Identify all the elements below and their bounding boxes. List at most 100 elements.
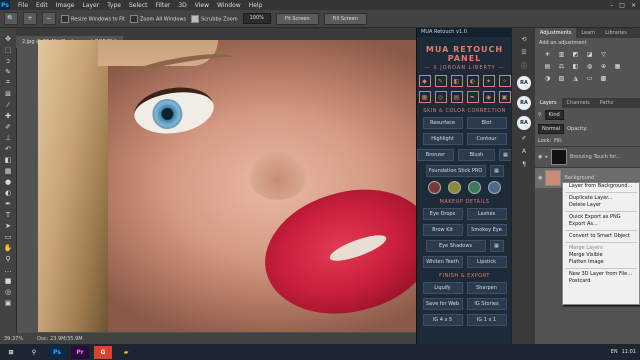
type-tool-icon[interactable]: T <box>2 210 14 219</box>
black-white-icon[interactable]: ◧ <box>571 62 580 70</box>
zoom-readout[interactable]: 39.37% <box>4 336 23 342</box>
eye-icon[interactable]: ◉ <box>538 154 542 160</box>
menu-select[interactable]: Select <box>125 2 152 9</box>
ig-4x5-button[interactable]: IG 4 x 5 <box>422 314 463 326</box>
layer-name[interactable]: Bronzing Touch for... <box>570 154 621 160</box>
ig-stories-button[interactable]: IG Stories <box>466 298 507 310</box>
resize-windows-option[interactable]: Resize Windows to Fit <box>61 14 125 23</box>
brightness-icon[interactable]: ☀ <box>543 50 552 58</box>
zoom-value-field[interactable]: 100% <box>242 13 271 24</box>
layer-icon[interactable]: ▤ <box>450 91 463 103</box>
language-indicator[interactable]: EN <box>611 349 618 355</box>
exposure-icon[interactable]: ◪ <box>585 50 594 58</box>
context-menu-item[interactable]: New 3D Layer from File... <box>563 271 639 278</box>
menu-view[interactable]: View <box>191 2 213 9</box>
zoom-tool-icon[interactable]: ⚲ <box>2 254 14 263</box>
layer-name[interactable]: Background <box>564 175 594 181</box>
pen-tool-icon[interactable]: ✒ <box>2 199 14 208</box>
brow-kit-button[interactable]: Brow Kit <box>422 224 463 236</box>
ra-panel-icon[interactable]: RA <box>517 96 531 110</box>
gradient-map-icon[interactable]: ▭ <box>585 74 594 82</box>
menu-filter[interactable]: Filter <box>152 2 175 9</box>
context-menu-item[interactable]: Duplicate Layer... <box>563 195 639 202</box>
path-select-icon[interactable]: ➤ <box>2 221 14 230</box>
menu-file[interactable]: File <box>14 2 32 9</box>
ra-panel-icon[interactable]: RA <box>517 76 531 90</box>
save-for-web-button[interactable]: Save for Web <box>422 298 463 310</box>
eye-drops-button[interactable]: Eye Drops <box>422 208 463 220</box>
zoom-all-option[interactable]: Zoom All Windows <box>130 14 186 23</box>
menu-layer[interactable]: Layer <box>78 2 103 9</box>
quick-mask-icon[interactable]: ◎ <box>2 287 14 296</box>
crop-tool-icon[interactable]: ⌗ <box>2 78 14 87</box>
lasso-tool-icon[interactable]: ↄ <box>2 56 14 65</box>
history-icon[interactable]: ⟲ <box>518 34 530 44</box>
threshold-icon[interactable]: ◮ <box>571 74 580 82</box>
lipstick-button[interactable]: Lipstick <box>466 256 507 268</box>
bronzer-button[interactable]: Bronzer <box>417 149 454 161</box>
tab-channels[interactable]: Channels <box>562 98 595 108</box>
scrubby-zoom-option[interactable]: Scrubby Zoom <box>191 14 238 23</box>
checkbox-icon[interactable] <box>130 14 138 23</box>
invert-icon[interactable]: ◑ <box>543 74 552 82</box>
drop-icon[interactable]: ◆ <box>418 75 431 87</box>
image-canvas[interactable] <box>38 40 416 332</box>
minimize-button[interactable]: – <box>610 2 613 9</box>
file-explorer-icon[interactable]: ▰ <box>117 346 135 359</box>
wand-icon[interactable]: ✧ <box>498 75 511 87</box>
dodge-icon[interactable]: ◐ <box>466 75 479 87</box>
burn-icon[interactable]: ✦ <box>482 75 495 87</box>
ig-1x1-button[interactable]: IG 1 x 1 <box>466 314 507 326</box>
eraser-icon[interactable]: ◧ <box>450 75 463 87</box>
lashes-button[interactable]: Lashes <box>466 208 507 220</box>
taskbar-app-premiere[interactable]: Pr <box>71 345 89 359</box>
stamp-tool-icon[interactable]: ⊥ <box>2 133 14 142</box>
eraser-tool-icon[interactable]: ◧ <box>2 155 14 164</box>
highlight-button[interactable]: Highlight <box>422 133 463 145</box>
frame-tool-icon[interactable]: ⊠ <box>2 89 14 98</box>
context-menu-item[interactable]: Convert to Smart Object <box>563 233 639 240</box>
taskbar-app-chrome[interactable]: G <box>94 345 112 359</box>
menu-type[interactable]: Type <box>103 2 125 9</box>
close-button[interactable]: × <box>631 2 636 9</box>
zoom-out-icon[interactable]: − <box>42 12 56 25</box>
context-menu-item[interactable]: Merge Visible <box>563 252 639 259</box>
context-menu-item[interactable]: Flatten Image <box>563 259 639 266</box>
history-brush-icon[interactable]: ↶ <box>2 144 14 153</box>
eyedropper-tool-icon[interactable]: ⁄ <box>2 100 14 109</box>
tab-learn[interactable]: Learn <box>576 28 600 38</box>
foundation-stick-button[interactable]: Foundation Stick PRO <box>425 165 486 177</box>
eye-shadows-button[interactable]: Eye Shadows <box>425 240 486 252</box>
posterize-icon[interactable]: ▧ <box>557 74 566 82</box>
search-icon[interactable]: ⚲ <box>25 346 43 359</box>
layer-row[interactable]: ◉ ▸ Bronzing Touch for... <box>535 146 640 167</box>
context-menu-item[interactable]: Export As... <box>563 221 639 228</box>
healing-tool-icon[interactable]: ✚ <box>2 111 14 120</box>
channel-mixer-icon[interactable]: ⊕ <box>599 62 608 70</box>
menu-help[interactable]: Help <box>245 2 267 9</box>
menu-edit[interactable]: Edit <box>32 2 52 9</box>
color-swatch-4[interactable] <box>488 181 501 194</box>
zoom-tool-icon[interactable]: 🔍 <box>4 12 18 25</box>
color-swatch-icon[interactable]: ■ <box>2 276 14 285</box>
dodge-tool-icon[interactable]: ◐ <box>2 188 14 197</box>
maximize-button[interactable]: □ <box>619 2 625 9</box>
context-menu-item[interactable]: Postcard <box>563 278 639 285</box>
menu-window[interactable]: Window <box>213 2 245 9</box>
smokey-eye-button[interactable]: Smokey Eye <box>466 224 507 236</box>
taskbar-app-photoshop[interactable]: Ps <box>48 345 66 359</box>
more-tools-icon[interactable]: … <box>2 265 14 274</box>
info-icon[interactable]: ⓘ <box>518 60 530 70</box>
whiten-teeth-button[interactable]: Whiten Teeth <box>422 256 463 268</box>
clock[interactable]: 11:01 <box>622 349 636 355</box>
context-menu-item[interactable]: Layer from Background... <box>563 183 639 190</box>
tab-libraries[interactable]: Libraries <box>600 28 632 38</box>
blend-mode-select[interactable]: Normal <box>538 124 565 134</box>
photo-filter-icon[interactable]: ◍ <box>585 62 594 70</box>
ra-panel-icon[interactable]: RA <box>517 116 531 130</box>
quick-select-tool-icon[interactable]: ✎ <box>2 67 14 76</box>
blur-tool-icon[interactable]: ● <box>2 177 14 186</box>
contour-button[interactable]: Contour <box>466 133 507 145</box>
fill-screen-button[interactable]: Fill Screen <box>323 12 368 25</box>
fit-screen-button[interactable]: Fit Screen <box>275 12 319 25</box>
